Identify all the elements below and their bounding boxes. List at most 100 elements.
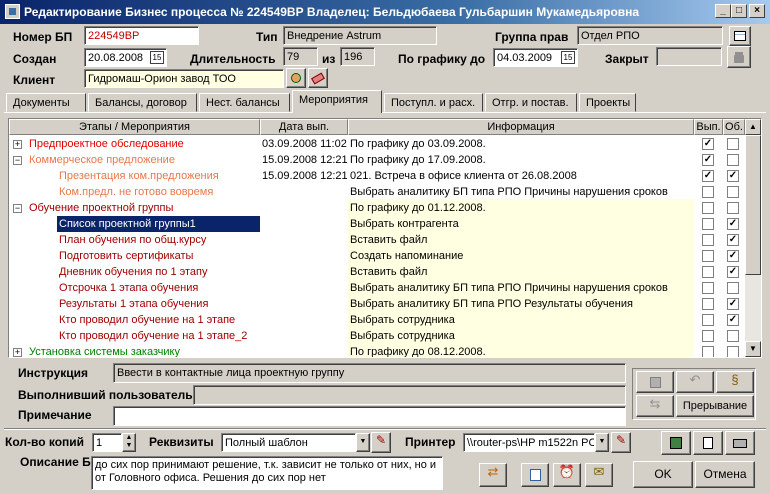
tab-projects[interactable]: Проекты <box>579 93 636 112</box>
vyp-checkbox[interactable] <box>702 218 714 230</box>
preryv-button[interactable]: Прерывание <box>676 395 754 417</box>
table-row[interactable]: Презентация ком.предложения 15.09.2008 12… <box>9 168 749 184</box>
undo-button[interactable]: ↶ <box>676 371 714 393</box>
stage-info[interactable]: Выбрать сотрудника <box>350 328 694 344</box>
tab-nest-balances[interactable]: Нест. балансы <box>199 93 290 112</box>
printer-settings-button[interactable]: ✎ <box>611 432 631 453</box>
export-button[interactable] <box>661 431 691 455</box>
stage-info[interactable]: По графику до 17.09.2008. <box>350 152 694 168</box>
cancel-button[interactable]: Отмена <box>695 461 755 488</box>
scroll-down-button[interactable]: ▼ <box>745 341 761 357</box>
vyp-checkbox[interactable] <box>702 266 714 278</box>
stage-info[interactable]: Выбрать сотрудника <box>350 312 694 328</box>
copy-button[interactable] <box>521 463 549 487</box>
save-button[interactable] <box>636 371 674 393</box>
table-row[interactable]: План обучения по общ.курсу Вставить файл ✓ <box>9 232 749 248</box>
ob-checkbox[interactable]: ✓ <box>727 298 739 310</box>
refresh-button[interactable]: ⇆ <box>636 395 674 417</box>
stage-name[interactable]: Кто проводил обучение на 1 этапе_2 <box>57 328 260 344</box>
table-row[interactable]: Кто проводил обучение на 1 этапе_2 Выбрат… <box>9 328 749 344</box>
transfer-button[interactable]: ⇄ <box>479 463 507 487</box>
ob-checkbox[interactable] <box>727 138 739 150</box>
preview-button[interactable] <box>693 431 723 455</box>
table-row[interactable]: − Коммерческое предложение 15.09.2008 12:2… <box>9 152 749 168</box>
ob-checkbox[interactable]: ✓ <box>727 266 739 278</box>
stage-name[interactable]: Коммерческое предложение <box>27 152 260 168</box>
ob-checkbox[interactable] <box>727 346 739 357</box>
collapse-icon[interactable]: − <box>13 204 22 213</box>
vyp-checkbox[interactable]: ✓ <box>702 138 714 150</box>
grid-scrollbar[interactable]: ▲ ▼ <box>745 119 761 357</box>
vyp-checkbox[interactable] <box>702 330 714 342</box>
ob-checkbox[interactable]: ✓ <box>727 250 739 262</box>
table-row[interactable]: + Установка системы заказчику По графику д… <box>9 344 749 357</box>
calendar-icon-2[interactable]: 15 <box>561 51 575 64</box>
vyp-checkbox[interactable] <box>702 346 714 357</box>
stage-info[interactable]: Выбрать аналитику БП типа РПО Результаты… <box>350 296 694 312</box>
stage-info[interactable]: Выбрать аналитику БП типа РПО Причины на… <box>350 184 694 200</box>
rekv-select[interactable]: Полный шаблон <box>221 433 356 452</box>
stage-name[interactable]: Презентация ком.предложения <box>57 168 260 184</box>
alarm-button[interactable]: ⏰ <box>553 463 581 487</box>
prim-field[interactable] <box>113 406 626 426</box>
nomer-field[interactable]: 224549ВР <box>84 26 199 45</box>
tab-income[interactable]: Поступл. и расх. <box>384 93 483 112</box>
ob-checkbox[interactable] <box>727 330 739 342</box>
ob-checkbox[interactable] <box>727 154 739 166</box>
stage-info[interactable]: По графику до 03.09.2008. <box>350 136 694 152</box>
vyp-checkbox[interactable] <box>702 282 714 294</box>
stage-name[interactable]: Результаты 1 этапа обучения <box>57 296 260 312</box>
stage-name[interactable]: Обучение проектной группы <box>27 200 260 216</box>
ob-checkbox[interactable] <box>727 202 739 214</box>
gruppa-select-button[interactable] <box>729 26 751 46</box>
events-grid[interactable]: Этапы / Мероприятия Дата вып. Информация… <box>8 118 762 358</box>
ok-button[interactable]: OK <box>633 461 693 488</box>
stage-name[interactable]: Отсрочка 1 этапа обучения <box>57 280 260 296</box>
vyp-checkbox[interactable] <box>702 250 714 262</box>
tab-events[interactable]: Мероприятия <box>292 90 382 113</box>
stage-info[interactable]: Вставить файл <box>350 264 694 280</box>
close-button[interactable]: × <box>749 4 765 18</box>
expand-icon[interactable]: + <box>13 348 22 357</box>
stage-info[interactable]: Вставить файл <box>350 232 694 248</box>
stage-name[interactable]: Подготовить сертификаты <box>57 248 260 264</box>
ob-checkbox[interactable]: ✓ <box>727 234 739 246</box>
kopii-stepper[interactable]: ▲ ▼ <box>122 433 136 452</box>
client-clear-button[interactable] <box>308 68 328 88</box>
tab-balances[interactable]: Балансы, договор <box>88 93 197 112</box>
col-header-info[interactable]: Информация <box>348 119 694 135</box>
collapse-icon[interactable]: − <box>13 156 22 165</box>
col-header-date[interactable]: Дата вып. <box>260 119 348 135</box>
ob-checkbox[interactable]: ✓ <box>727 170 739 182</box>
stage-info[interactable]: По графику до 01.12.2008. <box>350 200 694 216</box>
stage-name[interactable]: Дневник обучения по 1 этапу <box>57 264 260 280</box>
opis-field[interactable]: до сих пор принимают решение, т.к. завис… <box>91 456 443 490</box>
ob-checkbox[interactable] <box>727 282 739 294</box>
ob-checkbox[interactable]: ✓ <box>727 314 739 326</box>
stage-name[interactable]: Кто проводил обучение на 1 этапе <box>57 312 260 328</box>
kopii-field[interactable]: 1 <box>92 433 122 452</box>
minimize-button[interactable]: _ <box>715 4 731 18</box>
stage-info[interactable]: По графику до 08.12.2008. <box>350 344 694 357</box>
col-header-vyp[interactable]: Вып. <box>694 119 723 135</box>
ob-checkbox[interactable] <box>727 186 739 198</box>
vyp-checkbox[interactable]: ✓ <box>702 170 714 182</box>
vyp-checkbox[interactable] <box>702 314 714 326</box>
stage-name[interactable]: Предпроектное обследование <box>27 136 260 152</box>
stage-name[interactable]: Установка системы заказчику <box>27 344 260 357</box>
maximize-button[interactable]: □ <box>731 4 747 18</box>
print-button[interactable] <box>725 431 755 455</box>
table-row[interactable]: Кто проводил обучение на 1 этапе Выбрать … <box>9 312 749 328</box>
tab-documents[interactable]: Документы <box>6 93 86 112</box>
table-row[interactable]: Результаты 1 этапа обучения Выбрать анали… <box>9 296 749 312</box>
rekv-settings-button[interactable]: ✎ <box>371 432 391 453</box>
stage-name[interactable]: План обучения по общ.курсу <box>57 232 260 248</box>
table-row[interactable]: Отсрочка 1 этапа обучения Выбрать аналити… <box>9 280 749 296</box>
lock-button[interactable] <box>727 46 751 68</box>
vyp-checkbox[interactable] <box>702 298 714 310</box>
scroll-thumb[interactable] <box>745 135 761 275</box>
stage-name[interactable]: Ком.предл. не готово вовремя <box>57 184 260 200</box>
calendar-icon[interactable]: 15 <box>150 51 164 64</box>
stage-name[interactable]: Список проектной группы1 <box>56 215 261 233</box>
tab-shipments[interactable]: Отгр. и постав. <box>485 93 577 112</box>
